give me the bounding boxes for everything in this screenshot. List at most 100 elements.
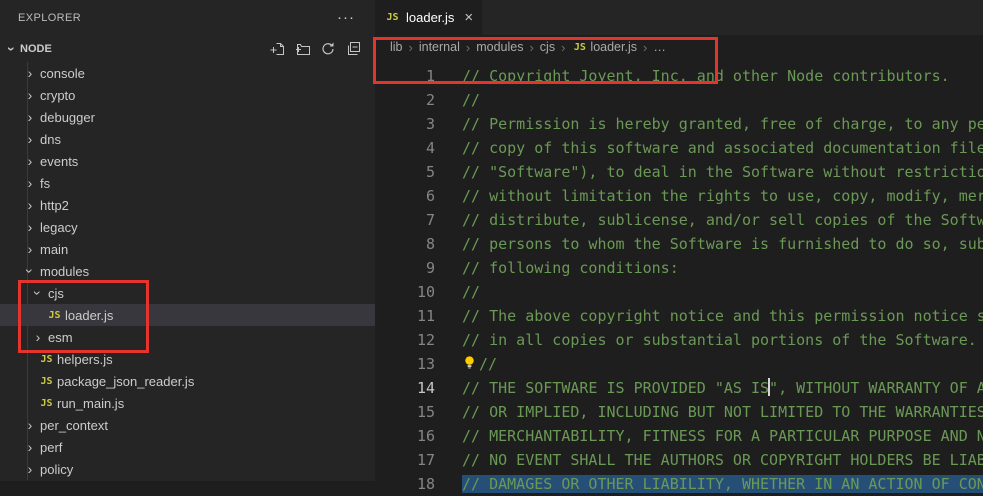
code-area[interactable]: 1 // Copyright Joyent, Inc. and other Nod… <box>375 59 983 496</box>
tree-folder-fs[interactable]: ›fs <box>0 172 375 194</box>
code-line-2[interactable]: 2 // <box>375 88 983 112</box>
tree-item-label: main <box>40 242 68 257</box>
line-text[interactable]: // <box>462 88 480 112</box>
line-number[interactable]: 3 <box>375 112 435 136</box>
tree-file-run_main.js[interactable]: JSrun_main.js <box>0 392 375 414</box>
line-text[interactable]: // <box>462 280 480 304</box>
code-line-17[interactable]: 17 // NO EVENT SHALL THE AUTHORS OR COPYR… <box>375 448 983 472</box>
code-line-6[interactable]: 6 // without limitation the rights to use… <box>375 184 983 208</box>
tree-folder-http2[interactable]: ›http2 <box>0 194 375 216</box>
line-number[interactable]: 18 <box>375 472 435 496</box>
code-line-3[interactable]: 3 // Permission is hereby granted, free o… <box>375 112 983 136</box>
line-text[interactable]: // persons to whom the Software is furni… <box>462 232 983 256</box>
tree-file-loader.js[interactable]: JSloader.js <box>0 304 375 326</box>
line-number[interactable]: 15 <box>375 400 435 424</box>
chevron-right-icon: › <box>30 330 46 344</box>
tree-folder-legacy[interactable]: ›legacy <box>0 216 375 238</box>
line-number[interactable]: 16 <box>375 424 435 448</box>
line-number[interactable]: 1 <box>375 64 435 88</box>
line-number[interactable]: 4 <box>375 136 435 160</box>
line-text[interactable]: // THE SOFTWARE IS PROVIDED "AS IS", WIT… <box>462 376 983 400</box>
code-line-8[interactable]: 8 // persons to whom the Software is furn… <box>375 232 983 256</box>
more-actions-icon[interactable]: ··· <box>337 9 355 26</box>
line-text[interactable]: // OR IMPLIED, INCLUDING BUT NOT LIMITED… <box>462 400 983 424</box>
code-line-12[interactable]: 12 // in all copies or substantial portio… <box>375 328 983 352</box>
code-line-7[interactable]: 7 // distribute, sublicense, and/or sell … <box>375 208 983 232</box>
tree-folder-policy[interactable]: ›policy <box>0 458 375 480</box>
new-folder-icon[interactable] <box>295 41 311 57</box>
code-line-18[interactable]: 18 // DAMAGES OR OTHER LIABILITY, WHETHER… <box>375 472 983 496</box>
line-text[interactable]: // MERCHANTABILITY, FITNESS FOR A PARTIC… <box>462 424 983 448</box>
code-line-1[interactable]: 1 // Copyright Joyent, Inc. and other Nod… <box>375 64 983 88</box>
line-text[interactable]: // following conditions: <box>462 256 679 280</box>
refresh-icon[interactable] <box>320 41 336 57</box>
chevron-right-icon: › <box>22 440 38 454</box>
code-line-11[interactable]: 11 // The above copyright notice and this… <box>375 304 983 328</box>
line-text[interactable]: // distribute, sublicense, and/or sell c… <box>462 208 983 232</box>
line-text[interactable]: // in all copies or substantial portions… <box>462 328 977 352</box>
line-number[interactable]: 12 <box>375 328 435 352</box>
line-text[interactable]: // without limitation the rights to use,… <box>462 184 983 208</box>
line-text[interactable]: // DAMAGES OR OTHER LIABILITY, WHETHER I… <box>462 472 983 496</box>
line-text-content: // "Software"), to deal in the Software … <box>462 163 983 181</box>
line-text[interactable]: // Copyright Joyent, Inc. and other Node… <box>462 64 950 88</box>
code-line-16[interactable]: 16 // MERCHANTABILITY, FITNESS FOR A PART… <box>375 424 983 448</box>
line-text-content: // without limitation the rights to use,… <box>462 187 983 205</box>
code-line-13[interactable]: 13 // <box>375 352 983 376</box>
breadcrumb-item[interactable]: … <box>653 40 666 54</box>
line-text[interactable]: // Permission is hereby granted, free of… <box>462 112 983 136</box>
line-number[interactable]: 9 <box>375 256 435 280</box>
line-number[interactable]: 2 <box>375 88 435 112</box>
line-text-content: // DAMAGES OR OTHER LIABILITY, WHETHER I… <box>462 475 983 493</box>
tree-folder-esm[interactable]: ›esm <box>0 326 375 348</box>
line-text[interactable]: // <box>462 352 497 376</box>
chevron-right-icon: › <box>22 418 38 432</box>
breadcrumb-item[interactable]: modules <box>476 40 523 54</box>
tree-file-helpers.js[interactable]: JShelpers.js <box>0 348 375 370</box>
collapse-all-icon[interactable] <box>345 41 361 57</box>
line-text[interactable]: // NO EVENT SHALL THE AUTHORS OR COPYRIG… <box>462 448 983 472</box>
line-number[interactable]: 7 <box>375 208 435 232</box>
line-text-content: // NO EVENT SHALL THE AUTHORS OR COPYRIG… <box>462 451 983 469</box>
tree-folder-modules[interactable]: ›modules <box>0 260 375 282</box>
line-number[interactable]: 14 <box>375 376 435 400</box>
code-line-5[interactable]: 5 // "Software"), to deal in the Software… <box>375 160 983 184</box>
tab-loader-js[interactable]: JS loader.js × <box>375 0 482 35</box>
lightbulb-icon[interactable] <box>462 355 477 370</box>
tree-folder-main[interactable]: ›main <box>0 238 375 260</box>
tree-folder-events[interactable]: ›events <box>0 150 375 172</box>
tree-folder-cjs[interactable]: ›cjs <box>0 282 375 304</box>
tree-folder-perf[interactable]: ›perf <box>0 436 375 458</box>
line-number[interactable]: 11 <box>375 304 435 328</box>
line-number[interactable]: 10 <box>375 280 435 304</box>
tree-file-package_json_reader.js[interactable]: JSpackage_json_reader.js <box>0 370 375 392</box>
breadcrumb-item[interactable]: internal <box>419 40 460 54</box>
code-line-14[interactable]: 14 // THE SOFTWARE IS PROVIDED "AS IS", W… <box>375 376 983 400</box>
line-number[interactable]: 5 <box>375 160 435 184</box>
line-number[interactable]: 13 <box>375 352 435 376</box>
new-file-icon[interactable] <box>270 41 286 57</box>
section-header-node[interactable]: › NODE <box>0 35 375 62</box>
breadcrumb-item[interactable]: lib <box>390 40 403 54</box>
line-number[interactable]: 6 <box>375 184 435 208</box>
breadcrumb-item[interactable]: cjs <box>540 40 555 54</box>
breadcrumb-item[interactable]: JSloader.js <box>571 40 637 54</box>
code-line-10[interactable]: 10 // <box>375 280 983 304</box>
line-text[interactable]: // "Software"), to deal in the Software … <box>462 160 983 184</box>
tree-item-label: legacy <box>40 220 78 235</box>
line-text[interactable]: // The above copyright notice and this p… <box>462 304 983 328</box>
tree-folder-console[interactable]: ›console <box>0 62 375 84</box>
tree-folder-per_context[interactable]: ›per_context <box>0 414 375 436</box>
code-line-15[interactable]: 15 // OR IMPLIED, INCLUDING BUT NOT LIMIT… <box>375 400 983 424</box>
line-text-content: // MERCHANTABILITY, FITNESS FOR A PARTIC… <box>462 427 983 445</box>
tree-folder-dns[interactable]: ›dns <box>0 128 375 150</box>
explorer-header: EXPLORER ··· <box>0 0 375 35</box>
close-icon[interactable]: × <box>464 9 473 26</box>
line-number[interactable]: 8 <box>375 232 435 256</box>
code-line-4[interactable]: 4 // copy of this software and associated… <box>375 136 983 160</box>
code-line-9[interactable]: 9 // following conditions: <box>375 256 983 280</box>
tree-folder-debugger[interactable]: ›debugger <box>0 106 375 128</box>
line-text[interactable]: // copy of this software and associated … <box>462 136 983 160</box>
line-number[interactable]: 17 <box>375 448 435 472</box>
tree-folder-crypto[interactable]: ›crypto <box>0 84 375 106</box>
